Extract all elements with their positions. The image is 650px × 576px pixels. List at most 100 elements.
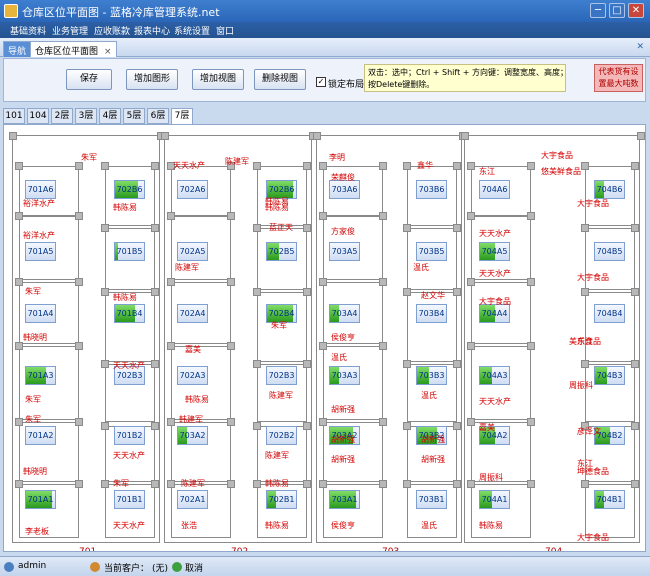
resize-handle[interactable] xyxy=(167,342,175,350)
floor-tab[interactable]: 101 xyxy=(3,108,25,124)
resize-handle[interactable] xyxy=(379,162,387,170)
resize-handle[interactable] xyxy=(467,342,475,350)
resize-handle[interactable] xyxy=(227,278,235,286)
storage-slot[interactable]: 702A3 xyxy=(177,366,208,385)
resize-handle[interactable] xyxy=(631,422,639,430)
menu-receivables[interactable]: 应收账款 xyxy=(94,24,130,37)
resize-handle[interactable] xyxy=(453,480,461,488)
storage-slot[interactable]: 703A2 xyxy=(177,426,208,445)
storage-slot[interactable]: 704B1 xyxy=(594,490,625,509)
resize-handle[interactable] xyxy=(403,480,411,488)
resize-handle[interactable] xyxy=(319,418,327,426)
resize-handle[interactable] xyxy=(631,288,639,296)
storage-slot[interactable]: 702A1 xyxy=(177,490,208,509)
storage-slot[interactable]: 703B1 xyxy=(416,490,447,509)
resize-handle[interactable] xyxy=(101,422,109,430)
resize-handle[interactable] xyxy=(453,162,461,170)
resize-handle[interactable] xyxy=(253,288,261,296)
close-tab-icon[interactable]: ✕ xyxy=(636,42,644,52)
resize-handle[interactable] xyxy=(303,360,311,368)
resize-handle[interactable] xyxy=(161,132,169,140)
resize-handle[interactable] xyxy=(75,480,83,488)
resize-handle[interactable] xyxy=(453,288,461,296)
resize-handle[interactable] xyxy=(379,212,387,220)
storage-slot[interactable]: 702B5 xyxy=(266,242,297,261)
resize-handle[interactable] xyxy=(637,132,645,140)
resize-handle[interactable] xyxy=(467,418,475,426)
resize-handle[interactable] xyxy=(631,224,639,232)
resize-handle[interactable] xyxy=(467,162,475,170)
storage-slot[interactable]: 704A3 xyxy=(479,366,510,385)
resize-handle[interactable] xyxy=(313,132,321,140)
resize-handle[interactable] xyxy=(527,278,535,286)
storage-slot[interactable]: 701A3 xyxy=(25,366,56,385)
resize-handle[interactable] xyxy=(151,360,159,368)
resize-handle[interactable] xyxy=(151,422,159,430)
storage-slot[interactable]: 702A4 xyxy=(177,304,208,323)
resize-handle[interactable] xyxy=(319,212,327,220)
resize-handle[interactable] xyxy=(9,132,17,140)
storage-area[interactable]: 701A6 702B6 701A5 701B5 701A4 701B4 701A3 702B3… xyxy=(9,132,165,551)
resize-handle[interactable] xyxy=(581,480,589,488)
storage-slot[interactable]: 701B1 xyxy=(114,490,145,509)
resize-handle[interactable] xyxy=(379,342,387,350)
resize-handle[interactable] xyxy=(15,342,23,350)
resize-handle[interactable] xyxy=(403,288,411,296)
resize-handle[interactable] xyxy=(75,278,83,286)
close-button[interactable]: ✕ xyxy=(628,3,644,18)
storage-slot[interactable]: 703B4 xyxy=(416,304,447,323)
storage-slot[interactable]: 701A6 xyxy=(25,180,56,199)
storage-slot[interactable]: 701B4 xyxy=(114,304,145,323)
resize-handle[interactable] xyxy=(581,224,589,232)
storage-slot[interactable]: 704A1 xyxy=(479,490,510,509)
lock-layout-checkbox[interactable]: ✓ xyxy=(316,77,326,87)
resize-handle[interactable] xyxy=(15,480,23,488)
resize-handle[interactable] xyxy=(527,480,535,488)
resize-handle[interactable] xyxy=(403,162,411,170)
resize-handle[interactable] xyxy=(527,418,535,426)
resize-handle[interactable] xyxy=(167,278,175,286)
resize-handle[interactable] xyxy=(319,342,327,350)
storage-slot[interactable]: 703B3 xyxy=(416,366,447,385)
resize-handle[interactable] xyxy=(253,224,261,232)
resize-handle[interactable] xyxy=(75,342,83,350)
storage-area[interactable]: 704A6 704B6 704A5 704B5 704A4 704B4 704A3 704B3… xyxy=(461,132,645,551)
resize-handle[interactable] xyxy=(319,480,327,488)
resize-handle[interactable] xyxy=(403,360,411,368)
menu-reports[interactable]: 报表中心 xyxy=(134,24,170,37)
floor-tab[interactable]: 2层 xyxy=(51,108,73,124)
storage-slot[interactable]: 702A6 xyxy=(177,180,208,199)
resize-handle[interactable] xyxy=(253,162,261,170)
resize-handle[interactable] xyxy=(303,480,311,488)
resize-handle[interactable] xyxy=(75,162,83,170)
storage-slot[interactable]: 703B6 xyxy=(416,180,447,199)
storage-slot[interactable]: 702B2 xyxy=(266,426,297,445)
resize-handle[interactable] xyxy=(631,360,639,368)
resize-handle[interactable] xyxy=(227,418,235,426)
resize-handle[interactable] xyxy=(403,224,411,232)
tab-navigation[interactable]: 导航 xyxy=(3,41,32,57)
resize-handle[interactable] xyxy=(453,360,461,368)
resize-handle[interactable] xyxy=(527,162,535,170)
resize-handle[interactable] xyxy=(101,224,109,232)
resize-handle[interactable] xyxy=(303,224,311,232)
storage-slot[interactable]: 704A6 xyxy=(479,180,510,199)
storage-slot[interactable]: 703A5 xyxy=(329,242,360,261)
resize-handle[interactable] xyxy=(15,418,23,426)
floor-tab[interactable]: 104 xyxy=(27,108,49,124)
floor-tab[interactable]: 5层 xyxy=(123,108,145,124)
resize-handle[interactable] xyxy=(453,224,461,232)
resize-handle[interactable] xyxy=(527,212,535,220)
storage-slot[interactable]: 703A4 xyxy=(329,304,360,323)
resize-handle[interactable] xyxy=(319,162,327,170)
resize-handle[interactable] xyxy=(253,360,261,368)
storage-slot[interactable]: 701B2 xyxy=(114,426,145,445)
resize-handle[interactable] xyxy=(167,212,175,220)
resize-handle[interactable] xyxy=(167,480,175,488)
floor-tab[interactable]: 3层 xyxy=(75,108,97,124)
resize-handle[interactable] xyxy=(303,288,311,296)
storage-slot[interactable]: 702B3 xyxy=(266,366,297,385)
menu-basic-data[interactable]: 基础资料 xyxy=(10,24,46,37)
resize-handle[interactable] xyxy=(227,212,235,220)
floor-tab[interactable]: 6层 xyxy=(147,108,169,124)
